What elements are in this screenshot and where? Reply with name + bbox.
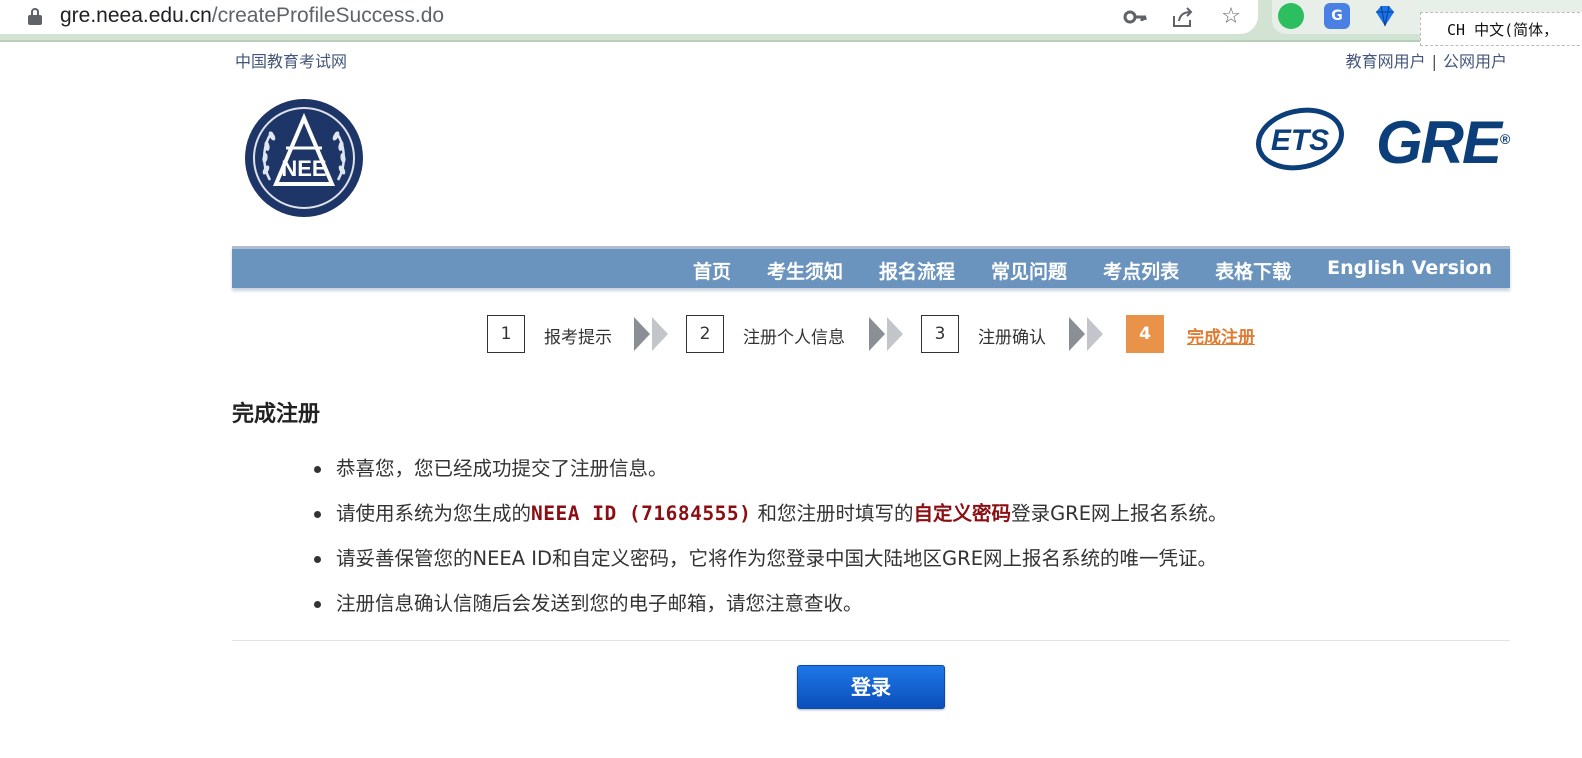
custom-password-highlight: 自定义密码	[913, 502, 1012, 525]
bookmark-star-icon[interactable]: ☆	[1217, 4, 1245, 30]
step-arrow-icon	[634, 317, 668, 351]
info-list: 恭喜您，您已经成功提交了注册信息。 请使用系统为您生成的NEEA ID (716…	[314, 455, 1228, 635]
step-1-number: 1	[487, 315, 525, 353]
login-instruction-post: 登录GRE网上报名系统。	[1011, 502, 1228, 525]
list-item: 请使用系统为您生成的NEEA ID (71684555) 和您注册时填写的自定义…	[314, 500, 1228, 545]
gre-logo: GRE®	[1376, 108, 1510, 178]
ets-logo: ETS	[1254, 106, 1348, 172]
registered-mark: ®	[1500, 131, 1510, 147]
list-item: 恭喜您，您已经成功提交了注册信息。	[314, 455, 1228, 500]
step-arrow-icon	[869, 317, 903, 351]
nav-registration-process[interactable]: 报名流程	[879, 257, 955, 284]
gre-logo-text: GRE	[1376, 109, 1502, 176]
neea-logo: NEE	[244, 98, 364, 218]
main-nav: 首页 考生须知 报名流程 常见问题 考点列表 表格下载 English Vers…	[232, 246, 1510, 288]
edu-user-link[interactable]: 教育网用户	[1346, 52, 1426, 71]
step-4-label[interactable]: 完成注册	[1187, 323, 1255, 348]
share-icon[interactable]	[1169, 4, 1197, 37]
nav-test-centers[interactable]: 考点列表	[1103, 257, 1179, 284]
user-links: 教育网用户 | 公网用户	[1346, 48, 1507, 72]
email-note: 注册信息确认信随后会发送到您的电子邮箱，请您注意查收。	[336, 592, 863, 615]
divider	[232, 640, 1510, 641]
url-host: gre.neea.edu.cn	[60, 4, 212, 27]
page-title: 完成注册	[232, 402, 321, 427]
neea-logo-text: NEE	[281, 156, 326, 181]
ime-indicator: CH 中文(简体，	[1420, 12, 1582, 46]
key-icon[interactable]	[1121, 4, 1149, 37]
login-button[interactable]: 登录	[797, 665, 945, 709]
step-2-label: 注册个人信息	[743, 328, 845, 348]
success-message: 恭喜您，您已经成功提交了注册信息。	[336, 457, 668, 480]
step-4-number: 4	[1126, 315, 1164, 353]
login-instruction-pre: 请使用系统为您生成的	[336, 502, 532, 525]
site-home-link[interactable]: 中国教育考试网	[235, 48, 347, 72]
step-2-number: 2	[686, 315, 724, 353]
nav-english-version[interactable]: English Version	[1327, 257, 1492, 284]
step-1-label: 报考提示	[544, 328, 612, 348]
step-arrow-icon	[1069, 317, 1103, 351]
nav-candidate-notice[interactable]: 考生须知	[767, 257, 843, 284]
ets-logo-text: ETS	[1271, 124, 1329, 157]
nav-home[interactable]: 首页	[693, 257, 731, 284]
neea-id: NEEA ID (71684555)	[531, 502, 752, 525]
evernote-extension-icon[interactable]	[1278, 3, 1304, 29]
link-separator: |	[1431, 52, 1437, 71]
google-translate-extension-icon[interactable]: G	[1324, 3, 1350, 29]
public-user-link[interactable]: 公网用户	[1443, 52, 1507, 71]
lock-icon[interactable]	[28, 8, 42, 26]
keep-safe-note: 请妥善保管您的NEEA ID和自定义密码，它将作为您登录中国大陆地区GRE网上报…	[336, 547, 1218, 570]
list-item: 注册信息确认信随后会发送到您的电子邮箱，请您注意查收。	[314, 590, 1228, 635]
url-path: /createProfileSuccess.do	[211, 4, 445, 27]
step-3-label: 注册确认	[978, 328, 1046, 348]
nav-form-downloads[interactable]: 表格下载	[1215, 257, 1291, 284]
step-3-number: 3	[921, 315, 959, 353]
list-item: 请妥善保管您的NEEA ID和自定义密码，它将作为您登录中国大陆地区GRE网上报…	[314, 545, 1228, 590]
diamond-extension-icon[interactable]	[1372, 3, 1398, 29]
login-instruction-mid: 和您注册时填写的	[751, 502, 914, 525]
url-text[interactable]: gre.neea.edu.cn/createProfileSuccess.do	[60, 4, 444, 28]
address-bar[interactable]: gre.neea.edu.cn/createProfileSuccess.do …	[0, 0, 1258, 34]
browser-toolbar: gre.neea.edu.cn/createProfileSuccess.do …	[0, 0, 1582, 46]
nav-faq[interactable]: 常见问题	[991, 257, 1067, 284]
